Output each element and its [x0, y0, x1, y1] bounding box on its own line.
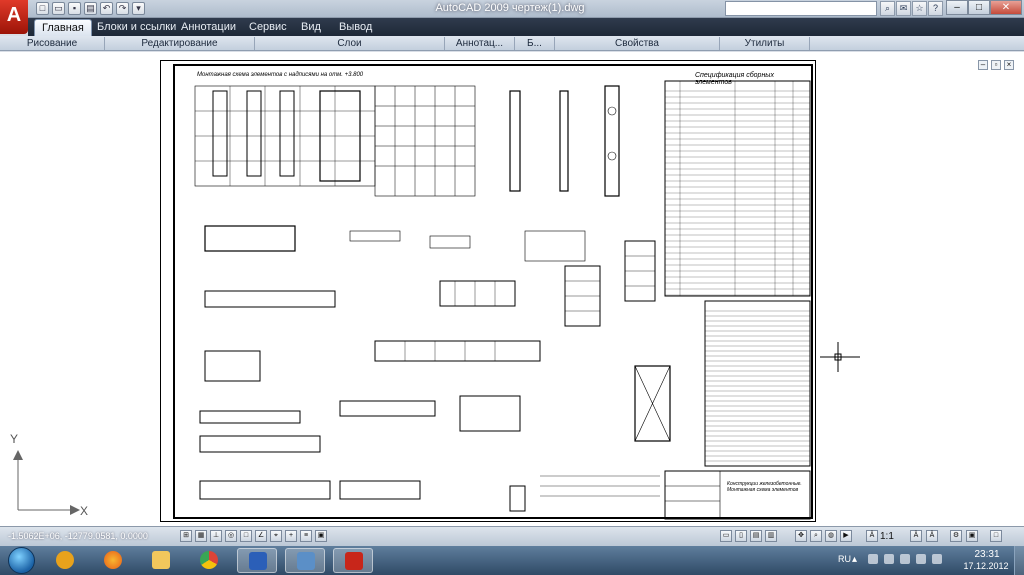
tab-view[interactable]: Вид	[294, 19, 328, 36]
autocad-menu-button[interactable]: A	[0, 0, 28, 34]
zoom-icon[interactable]: ⌕	[810, 530, 822, 542]
tray-security-icon[interactable]	[900, 554, 910, 564]
ribbon-tab-bar: Главная Блоки и ссылки Аннотации Сервис …	[28, 18, 1024, 36]
tray-power-icon[interactable]	[932, 554, 942, 564]
dropdown-icon[interactable]: ▾	[132, 2, 145, 15]
help-icon[interactable]: ?	[928, 1, 943, 16]
tray-volume-icon[interactable]	[916, 554, 926, 564]
workspace-switch-icon[interactable]: ⚙	[950, 530, 962, 542]
new-file-icon[interactable]: □	[36, 2, 49, 15]
taskbar-app-autocad[interactable]	[333, 548, 373, 573]
tab-tools[interactable]: Сервис	[242, 19, 294, 36]
lineweight-toggle-icon[interactable]: ≡	[300, 530, 312, 542]
annotation-visibility-icon[interactable]: Â	[910, 530, 922, 542]
favorites-icon[interactable]: ☆	[912, 1, 927, 16]
osnap-toggle-icon[interactable]: □	[240, 530, 252, 542]
title-bar: □ ▭ ▪ ▤ ↶ ↷ ▾ AutoCAD 2009 чертеж(1).dwg…	[0, 0, 1024, 18]
winamp-icon	[56, 551, 74, 569]
redo-icon[interactable]: ↷	[116, 2, 129, 15]
autocad-icon	[345, 552, 363, 570]
tab-annotate[interactable]: Аннотации	[174, 19, 243, 36]
taskbar-app-explorer[interactable]	[141, 548, 181, 573]
close-button[interactable]: ✕	[990, 0, 1022, 15]
crosshair-cursor	[820, 342, 860, 372]
clock-time[interactable]: 23:31	[962, 549, 1012, 560]
taskbar-app-picture-viewer[interactable]	[285, 548, 325, 573]
taskbar-app-chrome[interactable]	[189, 548, 229, 573]
tab-output[interactable]: Вывод	[332, 19, 379, 36]
communication-center-icon[interactable]: ✉	[896, 1, 911, 16]
show-desktop-button[interactable]	[1014, 546, 1024, 575]
viewport-close-icon[interactable]: ×	[1004, 60, 1014, 70]
annotation-scale[interactable]: 1:1	[880, 531, 894, 542]
ducs-toggle-icon[interactable]: ⌖	[270, 530, 282, 542]
drawing-frame: Монтажная схема элементов с надписями на…	[173, 64, 813, 520]
tab-blocks-refs[interactable]: Блоки и ссылки	[90, 19, 183, 36]
polar-toggle-icon[interactable]: ◎	[225, 530, 237, 542]
maximize-button[interactable]: □	[968, 0, 990, 15]
viewport-minimize-icon[interactable]: –	[978, 60, 988, 70]
otrack-toggle-icon[interactable]: ∠	[255, 530, 267, 542]
help-search-input[interactable]	[725, 1, 877, 16]
quick-properties-icon[interactable]: ▣	[315, 530, 327, 542]
snap-toggle-icon[interactable]: ⊞	[180, 530, 192, 542]
firefox-icon	[104, 551, 122, 569]
tab-home[interactable]: Главная	[34, 19, 92, 36]
ucs-icon	[13, 450, 80, 515]
start-button[interactable]	[8, 547, 35, 574]
drawing-sheet: Монтажная схема элементов с надписями на…	[160, 60, 816, 522]
panel-block[interactable]: Б...	[515, 37, 555, 50]
print-icon[interactable]: ▤	[84, 2, 97, 15]
steering-wheel-icon[interactable]: ◍	[825, 530, 837, 542]
undo-icon[interactable]: ↶	[100, 2, 113, 15]
panel-utilities[interactable]: Утилиты	[720, 37, 810, 50]
open-file-icon[interactable]: ▭	[52, 2, 65, 15]
panel-properties[interactable]: Свойства	[555, 37, 720, 50]
search-icon[interactable]: ⌕	[880, 1, 895, 16]
panel-layers[interactable]: Слои	[255, 37, 445, 50]
taskbar-app-firefox[interactable]	[93, 548, 133, 573]
showmotion-icon[interactable]: ▶	[840, 530, 852, 542]
ucs-y-label: Y	[10, 432, 19, 446]
ucs-x-label: X	[80, 504, 89, 518]
window-title: AutoCAD 2009 чертеж(1).dwg	[435, 2, 585, 14]
quick-view-icon[interactable]: ▤	[750, 530, 762, 542]
pan-icon[interactable]: ✥	[795, 530, 807, 542]
layout-icon[interactable]: ▯	[735, 530, 747, 542]
folder-icon	[152, 551, 170, 569]
panel-annotation[interactable]: Аннотац...	[445, 37, 515, 50]
lock-icon[interactable]: ▣	[966, 530, 978, 542]
dyn-toggle-icon[interactable]: +	[285, 530, 297, 542]
status-bar: -1.5062E+06, -12779.0581, 0.0000 ⊞ ▦ ⊥ ◎…	[0, 526, 1024, 546]
ribbon-panel-bar: Рисование Редактирование Слои Аннотац...…	[0, 36, 1024, 51]
taskbar: RU ▴ 23:31 17.12.2012	[0, 546, 1024, 575]
model-space-icon[interactable]: ▭	[720, 530, 732, 542]
panel-draw[interactable]: Рисование	[0, 37, 105, 50]
drawing-area[interactable]: – ▫ × Монтажная схема элементов с надпис…	[0, 52, 1024, 526]
annotation-scale-icon[interactable]: Â	[866, 530, 878, 542]
save-icon[interactable]: ▪	[68, 2, 81, 15]
chrome-icon	[200, 551, 218, 569]
panel-modify[interactable]: Редактирование	[105, 37, 255, 50]
ortho-toggle-icon[interactable]: ⊥	[210, 530, 222, 542]
clock-date[interactable]: 17.12.2012	[956, 561, 1016, 571]
tray-expand-icon[interactable]: ▴	[852, 554, 857, 565]
grid-toggle-icon[interactable]: ▦	[195, 530, 207, 542]
tray-flag-icon[interactable]	[884, 554, 894, 564]
viewport-restore-icon[interactable]: ▫	[991, 60, 1001, 70]
word-icon	[249, 552, 267, 570]
minimize-button[interactable]: –	[946, 0, 968, 15]
auto-scale-icon[interactable]: Â	[926, 530, 938, 542]
tray-network-icon[interactable]	[868, 554, 878, 564]
coordinates-readout: -1.5062E+06, -12779.0581, 0.0000	[8, 531, 148, 541]
quick-view-drawings-icon[interactable]: ▥	[765, 530, 777, 542]
taskbar-app-word[interactable]	[237, 548, 277, 573]
clean-screen-icon[interactable]: □	[990, 530, 1002, 542]
taskbar-app-winamp[interactable]	[45, 548, 85, 573]
language-indicator[interactable]: RU	[838, 554, 851, 564]
technical-drawing-graphic	[194, 80, 811, 520]
picture-viewer-icon	[297, 552, 315, 570]
